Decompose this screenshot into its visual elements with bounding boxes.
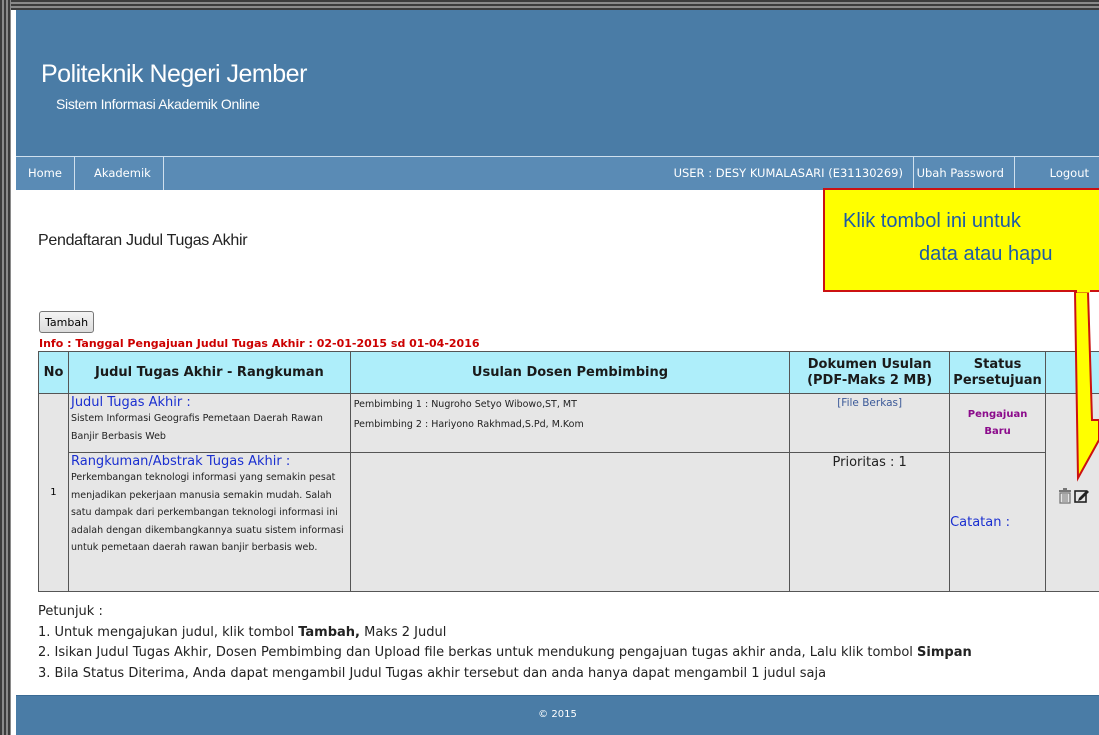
col-dokumen-line2: (PDF-Maks 2 MB) [807,372,933,388]
site-title: Politeknik Negeri Jember [41,60,307,88]
tambah-button[interactable]: Tambah [39,311,95,333]
judul-text: Sistem Informasi Geografis Pemetaan Daer… [70,413,323,442]
edit-icon[interactable] [1074,488,1089,508]
rangkuman-cell: Rangkuman/Abstrak Tugas Akhir : Perkemba… [67,452,351,592]
catatan-cell: Catatan : [949,452,1047,592]
petunjuk-line-1-bold: Tambah, [298,624,360,640]
col-dosen: Usulan Dosen Pembimbing [349,351,791,394]
dosen-cell: Pembimbing 1 : Nugroho Setyo Wibowo,ST, … [349,393,791,453]
petunjuk-line-3: 3. Bila Status Diterima, Anda dapat meng… [38,665,827,681]
catatan-label: Catatan : [950,514,1010,530]
petunjuk-line-1: 1. Untuk mengajukan judul, klik tombol T… [38,623,972,644]
col-judul: Judul Tugas Akhir - Rangkuman [67,351,351,394]
file-berkas-link[interactable]: [File Berkas] [790,397,949,409]
col-no: No [38,351,69,394]
judul-label: Judul Tugas Akhir : [70,395,191,410]
thesis-table: No Judul Tugas Akhir - Rangkuman Usulan … [38,351,1099,592]
col-status: Status Persetujuan [949,351,1047,394]
petunjuk-line-1-tail: Maks 2 Judul [360,624,447,640]
col-action [1045,351,1099,394]
nav-bar: Home Akademik USER : DESY KUMALASARI (E3… [16,156,1099,190]
row-no: 1 [38,393,69,592]
nav-akademik[interactable]: Akademik [82,157,164,190]
nav-home[interactable]: Home [16,157,75,190]
col-dokumen: Dokumen Usulan (PDF-Maks 2 MB) [789,351,951,394]
status-line1: Pengajuan [967,409,1028,420]
col-dokumen-line1: Dokumen Usulan [807,356,932,372]
trash-icon[interactable] [1058,488,1072,508]
petunjuk-title: Petunjuk : [38,604,103,619]
judul-cell: Judul Tugas Akhir : Sistem Informasi Geo… [67,393,351,453]
petunjuk-section: Petunjuk : 1. Untuk mengajukan judul, kl… [38,602,972,684]
petunjuk-line-2-text: 2. Isikan Judul Tugas Akhir, Dosen Pembi… [38,645,918,660]
site-subtitle: Sistem Informasi Akademik Online [56,96,260,112]
nav-ubah-password[interactable]: Ubah Password [907,157,1015,190]
nav-logout[interactable]: Logout [1040,157,1099,190]
callout-annotation: Klik tombol ini untuk data atau hapu [823,188,1099,292]
callout-line-2: data atau hapu [919,243,1053,265]
pembimbing-2: Pembimbing 2 : Hariyono Rakhmad,S.Pd, M.… [353,419,584,430]
window-frame-top [0,0,1099,10]
callout-line-1: Klik tombol ini untuk [843,210,1021,232]
window-frame-left [0,0,11,735]
prioritas-cell: Prioritas : 1 [789,452,951,592]
site-header: Politeknik Negeri Jember Sistem Informas… [16,10,1099,156]
dosen-cell-empty [349,452,791,592]
status-line2: Baru [984,426,1011,437]
petunjuk-line-2-bold: Simpan [917,645,972,660]
nav-user-info: USER : DESY KUMALASARI (E31130269) [664,157,914,190]
site-footer: © 2015 [16,695,1099,735]
page: Politeknik Negeri Jember Sistem Informas… [11,10,1099,735]
page-title: Pendaftaran Judul Tugas Akhir [38,232,248,249]
rangkuman-text: Perkembangan teknologi informasi yang se… [70,472,344,553]
col-status-line2: Persetujuan [953,372,1042,388]
file-cell: [File Berkas] [789,393,951,453]
copyright: © 2015 [538,709,577,720]
petunjuk-line-1-text: 1. Untuk mengajukan judul, klik tombol [38,624,299,640]
col-status-line1: Status [973,356,1022,372]
status-cell: Pengajuan Baru [949,393,1047,453]
table-row: 1 Judul Tugas Akhir : Sistem Informasi G… [38,393,1099,592]
row-actions [1058,488,1089,508]
info-text: Info : Tanggal Pengajuan Judul Tugas Akh… [39,337,480,350]
table-row: Rangkuman/Abstrak Tugas Akhir : Perkemba… [39,452,1099,592]
rangkuman-label: Rangkuman/Abstrak Tugas Akhir : [70,454,291,469]
table-header-row: No Judul Tugas Akhir - Rangkuman Usulan … [38,351,1099,394]
petunjuk-line-2: 2. Isikan Judul Tugas Akhir, Dosen Pembi… [38,643,972,664]
prioritas: Prioritas : 1 [832,455,907,470]
pembimbing-1: Pembimbing 1 : Nugroho Setyo Wibowo,ST, … [353,399,577,410]
